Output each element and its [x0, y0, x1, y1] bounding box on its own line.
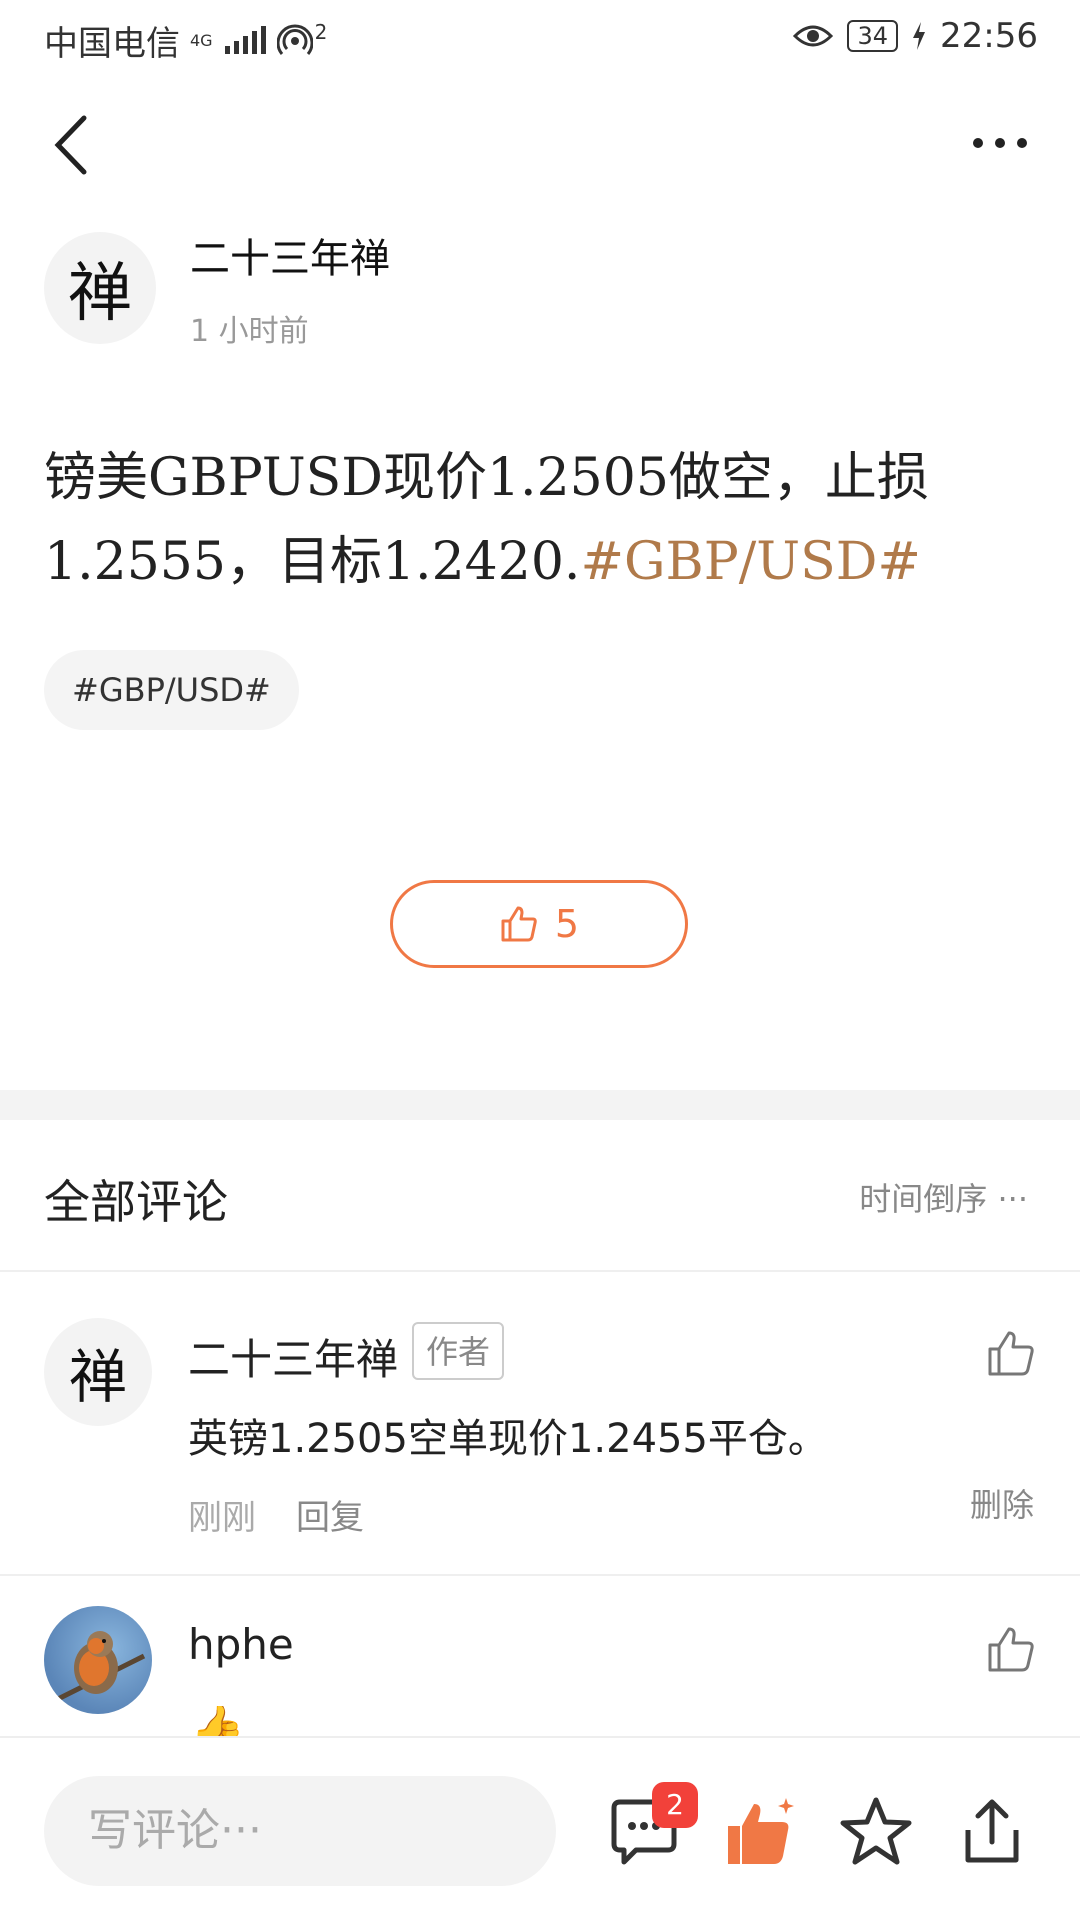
delete-button[interactable]: 删除	[970, 1480, 1034, 1526]
comment-author-name[interactable]: 二十三年禅	[188, 1326, 398, 1387]
author-badge: 作者	[412, 1322, 505, 1380]
post-time: 1 小时前	[190, 314, 309, 349]
post-hashtag-link[interactable]: #GBP/USD#	[580, 532, 921, 592]
section-divider	[0, 1090, 1080, 1120]
post-body: 镑美GBPUSD现价1.2505做空，止损1.2555，目标1.2420.#GB…	[44, 436, 1044, 604]
comment-time: 刚刚	[188, 1498, 256, 1538]
divider	[0, 1270, 1080, 1272]
thumbs-up-icon	[501, 906, 537, 942]
network-type: 4G	[190, 30, 213, 50]
clock: 22:56	[940, 16, 1038, 56]
more-icon[interactable]	[960, 118, 1040, 168]
thumbs-up-icon[interactable]	[722, 1794, 798, 1870]
star-icon[interactable]	[838, 1794, 914, 1870]
sort-order-button[interactable]: 时间倒序 ···	[859, 1174, 1028, 1220]
author-name[interactable]: 二十三年禅	[190, 226, 390, 284]
comment-emoji: 👍	[190, 1706, 245, 1736]
divider	[0, 1574, 1080, 1576]
bird-photo	[52, 1631, 146, 1704]
avatar-glyph: 禅	[68, 1343, 127, 1411]
back-icon[interactable]	[40, 110, 110, 180]
reply-button[interactable]: 回复	[296, 1490, 364, 1539]
hotspot-icon	[276, 24, 313, 55]
comment-avatar[interactable]: 禅	[44, 1318, 152, 1426]
thumbs-up-icon[interactable]	[986, 1624, 1036, 1674]
eye-icon	[793, 25, 834, 47]
signal-icon	[224, 25, 266, 54]
thumbs-up-icon[interactable]	[986, 1328, 1036, 1378]
comment-avatar[interactable]	[44, 1606, 152, 1714]
comments-header: 全部评论	[44, 1175, 228, 1229]
comment-text: 英镑1.2505空单现价1.2455平仓。	[188, 1416, 828, 1462]
carrier-label: 中国电信	[44, 24, 180, 64]
comment-author-name[interactable]: hphe	[188, 1620, 294, 1669]
avatar-glyph: 禅	[68, 257, 132, 331]
comment-count-badge: 2	[652, 1782, 698, 1828]
charging-icon	[913, 22, 926, 50]
hotspot-count: 2	[314, 19, 328, 44]
topic-tag-chip[interactable]: #GBP/USD#	[44, 650, 299, 730]
share-icon[interactable]	[954, 1794, 1030, 1870]
comment-input[interactable]: 写评论···	[44, 1776, 556, 1886]
like-count: 5	[554, 902, 580, 946]
author-avatar[interactable]: 禅	[44, 232, 156, 344]
battery-indicator: 34	[847, 20, 899, 52]
like-button[interactable]: 5	[390, 880, 688, 968]
status-bar: 中国电信 4G 2 34 22:56	[0, 0, 1080, 78]
